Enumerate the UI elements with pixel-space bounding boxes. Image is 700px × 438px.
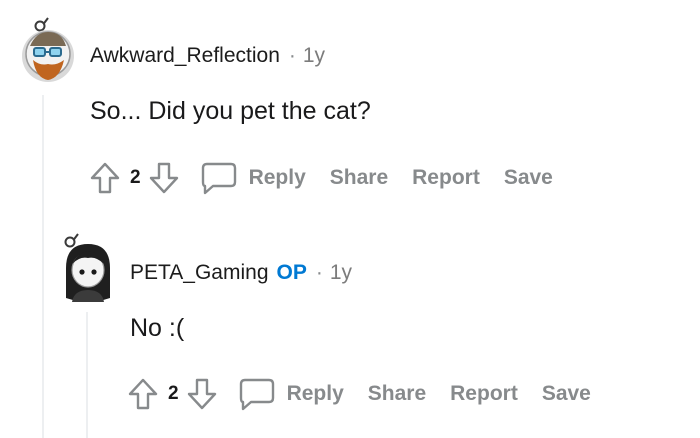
comment-body: No :( [130,314,185,342]
vote-score: 2 [130,167,141,188]
comment-bubble-icon [201,162,236,195]
downvote-icon [187,378,216,410]
comment-actions: 2 Reply Share Report Save [126,374,591,414]
save-button[interactable]: Save [542,382,591,406]
username[interactable]: PETA_Gaming [130,261,269,285]
upvote-icon [90,162,120,194]
reply-label: Reply [248,166,306,189]
downvote-button[interactable] [147,160,181,196]
comment-age[interactable]: 1y [303,44,325,68]
comment-meta: Awkward_Reflection · 1y [90,44,325,68]
comment-age[interactable]: 1y [330,261,352,285]
comment-meta: PETA_Gaming OP · 1y [130,261,352,285]
reply-button[interactable]: Reply [237,376,344,412]
vote-score: 2 [168,383,179,404]
meta-separator: · [288,44,296,67]
thread-line-reply[interactable] [86,312,88,438]
comment-actions: 2 Reply Share Report Save [88,158,553,198]
comment-body: So... Did you pet the cat? [90,97,371,125]
save-button[interactable]: Save [504,166,553,190]
avatar[interactable] [18,14,74,84]
comment-thread: Awkward_Reflection · 1y So... Did you pe… [0,0,700,438]
meta-separator: · [315,261,323,284]
downvote-button[interactable] [185,376,219,412]
share-button[interactable]: Share [330,166,388,190]
report-button[interactable]: Report [412,166,480,190]
downvote-icon [149,162,178,194]
upvote-button[interactable] [126,376,160,412]
comment-bubble-icon [239,378,274,411]
username[interactable]: Awkward_Reflection [90,44,280,68]
upvote-button[interactable] [88,160,122,196]
upvote-icon [128,378,158,410]
report-button[interactable]: Report [450,382,518,406]
reply-label: Reply [286,382,344,405]
reply-button[interactable]: Reply [199,160,306,196]
avatar[interactable] [58,228,116,304]
share-button[interactable]: Share [368,382,426,406]
op-badge: OP [276,261,307,284]
thread-line-primary[interactable] [42,95,44,438]
